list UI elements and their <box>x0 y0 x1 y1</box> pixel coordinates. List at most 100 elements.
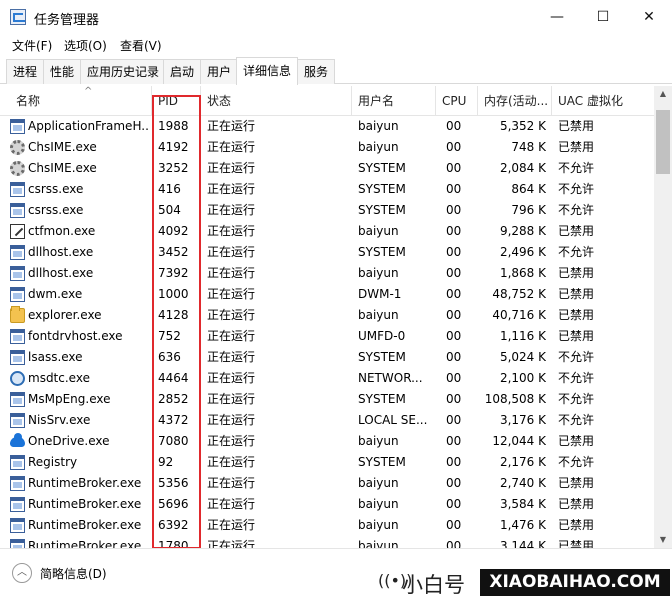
minimize-icon: — <box>550 9 564 25</box>
cpu-cell: 00 <box>446 287 462 301</box>
cpu-cell: 00 <box>446 539 462 548</box>
status-cell: 正在运行 <box>207 329 256 343</box>
fewer-details-link[interactable]: 简略信息(D) <box>40 565 107 582</box>
process-window-icon <box>10 413 25 428</box>
status-cell: 正在运行 <box>207 476 256 490</box>
menu-options[interactable]: 选项(O) <box>64 37 107 54</box>
uac-cell: 不允许 <box>558 392 595 406</box>
username-cell: baiyun <box>358 539 399 548</box>
collapse-chevron-icon[interactable]: ︿ <box>12 563 32 583</box>
tab-users[interactable]: 用户 <box>200 59 239 84</box>
column-header-memory[interactable]: 内存(活动... <box>478 86 552 116</box>
table-row[interactable]: RuntimeBroker.exe 1780 正在运行 baiyun 00 3,144 K… <box>0 536 654 548</box>
memory-cell: 9,288 K <box>499 224 546 238</box>
table-row[interactable]: csrss.exe 504 正在运行 SYSTEM 00 796 K 不允许 <box>0 200 654 221</box>
cpu-cell: 00 <box>446 434 462 448</box>
table-row[interactable]: csrss.exe 416 正在运行 SYSTEM 00 864 K 不允许 <box>0 179 654 200</box>
memory-cell: 108,508 K <box>484 392 546 406</box>
uac-cell: 已禁用 <box>558 497 595 511</box>
status-cell: 正在运行 <box>207 308 256 322</box>
memory-cell: 3,144 K <box>499 539 546 548</box>
table-row[interactable]: RuntimeBroker.exe 5696 正在运行 baiyun 00 3,584 K… <box>0 494 654 515</box>
uac-cell: 已禁用 <box>558 434 595 448</box>
column-header-cpu[interactable]: CPU <box>436 86 478 116</box>
status-cell: 正在运行 <box>207 224 256 238</box>
vertical-scrollbar[interactable]: ▲ ▼ <box>654 86 672 548</box>
column-header-status[interactable]: 状态 <box>201 86 352 116</box>
table-row[interactable]: lsass.exe 636 正在运行 SYSTEM 00 5,024 K 不允许 <box>0 347 654 368</box>
scroll-down-icon[interactable]: ▼ <box>654 532 672 548</box>
table-row[interactable]: NisSrv.exe 4372 正在运行 LOCAL SE... 00 3,176 K 不允… <box>0 410 654 431</box>
username-cell: LOCAL SE... <box>358 413 428 427</box>
status-cell: 正在运行 <box>207 518 256 532</box>
table-row[interactable]: RuntimeBroker.exe 6392 正在运行 baiyun 00 1,476 K… <box>0 515 654 536</box>
table-row[interactable]: dllhost.exe 7392 正在运行 baiyun 00 1,868 K 已禁用 <box>0 263 654 284</box>
memory-cell: 48,752 K <box>492 287 546 301</box>
column-header-pid[interactable]: PID <box>152 86 201 116</box>
tab-startup[interactable]: 启动 <box>163 59 202 84</box>
column-header-name[interactable]: 名称 ^ <box>10 86 152 116</box>
process-window-icon <box>10 245 25 260</box>
table-row[interactable]: OneDrive.exe 7080 正在运行 baiyun 00 12,044 K 已禁用 <box>0 431 654 452</box>
process-name-cell: RuntimeBroker.exe <box>28 539 142 548</box>
status-cell: 正在运行 <box>207 266 256 280</box>
table-row[interactable]: ChsIME.exe 4192 正在运行 baiyun 00 748 K 已禁用 <box>0 137 654 158</box>
uac-cell: 不允许 <box>558 350 595 364</box>
process-name-cell: MsMpEng.exe <box>28 392 111 406</box>
tab-services[interactable]: 服务 <box>297 59 336 84</box>
minimize-button[interactable]: — <box>534 0 580 34</box>
memory-cell: 3,584 K <box>499 497 546 511</box>
table-row[interactable]: MsMpEng.exe 2852 正在运行 SYSTEM 00 108,508 K 不允许 <box>0 389 654 410</box>
process-name-cell: OneDrive.exe <box>28 434 110 448</box>
process-gear-icon <box>10 140 25 155</box>
username-cell: UMFD-0 <box>358 329 406 343</box>
table-row[interactable]: ApplicationFrameH... 1988 正在运行 baiyun 00 5,35… <box>0 116 654 137</box>
table-row[interactable]: explorer.exe 4128 正在运行 baiyun 00 40,716 K 已禁用 <box>0 305 654 326</box>
cpu-cell: 00 <box>446 329 462 343</box>
memory-cell: 748 K <box>511 140 546 154</box>
process-window-icon <box>10 119 25 134</box>
cpu-cell: 00 <box>446 350 462 364</box>
memory-cell: 5,024 K <box>499 350 546 364</box>
table-row[interactable]: ChsIME.exe 3252 正在运行 SYSTEM 00 2,084 K 不允许 <box>0 158 654 179</box>
maximize-button[interactable]: ☐ <box>580 0 626 34</box>
column-header-username[interactable]: 用户名 <box>352 86 436 116</box>
table-row[interactable]: dwm.exe 1000 正在运行 DWM-1 00 48,752 K 已禁用 <box>0 284 654 305</box>
table-row[interactable]: dllhost.exe 3452 正在运行 SYSTEM 00 2,496 K 不允许 <box>0 242 654 263</box>
process-window-icon <box>10 266 25 281</box>
tab-processes[interactable]: 进程 <box>6 59 45 84</box>
close-button[interactable]: ✕ <box>626 0 672 34</box>
scroll-thumb[interactable] <box>656 110 670 174</box>
tab-performance[interactable]: 性能 <box>43 59 82 84</box>
cpu-cell: 00 <box>446 497 462 511</box>
process-name-cell: dllhost.exe <box>28 245 94 259</box>
memory-cell: 2,740 K <box>499 476 546 490</box>
menu-view[interactable]: 查看(V) <box>120 37 162 54</box>
process-name-cell: explorer.exe <box>28 308 102 322</box>
uac-cell: 已禁用 <box>558 308 595 322</box>
username-cell: DWM-1 <box>358 287 402 301</box>
table-row[interactable]: fontdrvhost.exe 752 正在运行 UMFD-0 00 1,116 K 已禁用 <box>0 326 654 347</box>
table-row[interactable]: msdtc.exe 4464 正在运行 NETWOR... 00 2,100 K 不允许 <box>0 368 654 389</box>
menu-bar: 文件(F) 选项(O) 查看(V) <box>0 34 672 56</box>
close-icon: ✕ <box>643 9 655 25</box>
table-row[interactable]: ctfmon.exe 4092 正在运行 baiyun 00 9,288 K 已禁用 <box>0 221 654 242</box>
status-cell: 正在运行 <box>207 182 256 196</box>
watermark-name: 小白号 <box>402 573 465 597</box>
pid-cell: 6392 <box>158 518 189 532</box>
column-header-uac[interactable]: UAC 虚拟化 <box>552 86 654 116</box>
menu-file[interactable]: 文件(F) <box>12 37 52 54</box>
table-row[interactable]: Registry 92 正在运行 SYSTEM 00 2,176 K 不允许 <box>0 452 654 473</box>
process-window-icon <box>10 350 25 365</box>
memory-cell: 2,084 K <box>499 161 546 175</box>
tab-app-history[interactable]: 应用历史记录 <box>80 59 167 84</box>
table-row[interactable]: RuntimeBroker.exe 5356 正在运行 baiyun 00 2,740 K… <box>0 473 654 494</box>
uac-cell: 已禁用 <box>558 329 595 343</box>
pid-cell: 752 <box>158 329 181 343</box>
username-cell: baiyun <box>358 308 399 322</box>
pid-cell: 3452 <box>158 245 189 259</box>
pid-cell: 636 <box>158 350 181 364</box>
scroll-up-icon[interactable]: ▲ <box>654 86 672 102</box>
tab-details[interactable]: 详细信息 <box>236 57 299 85</box>
username-cell: SYSTEM <box>358 182 406 196</box>
